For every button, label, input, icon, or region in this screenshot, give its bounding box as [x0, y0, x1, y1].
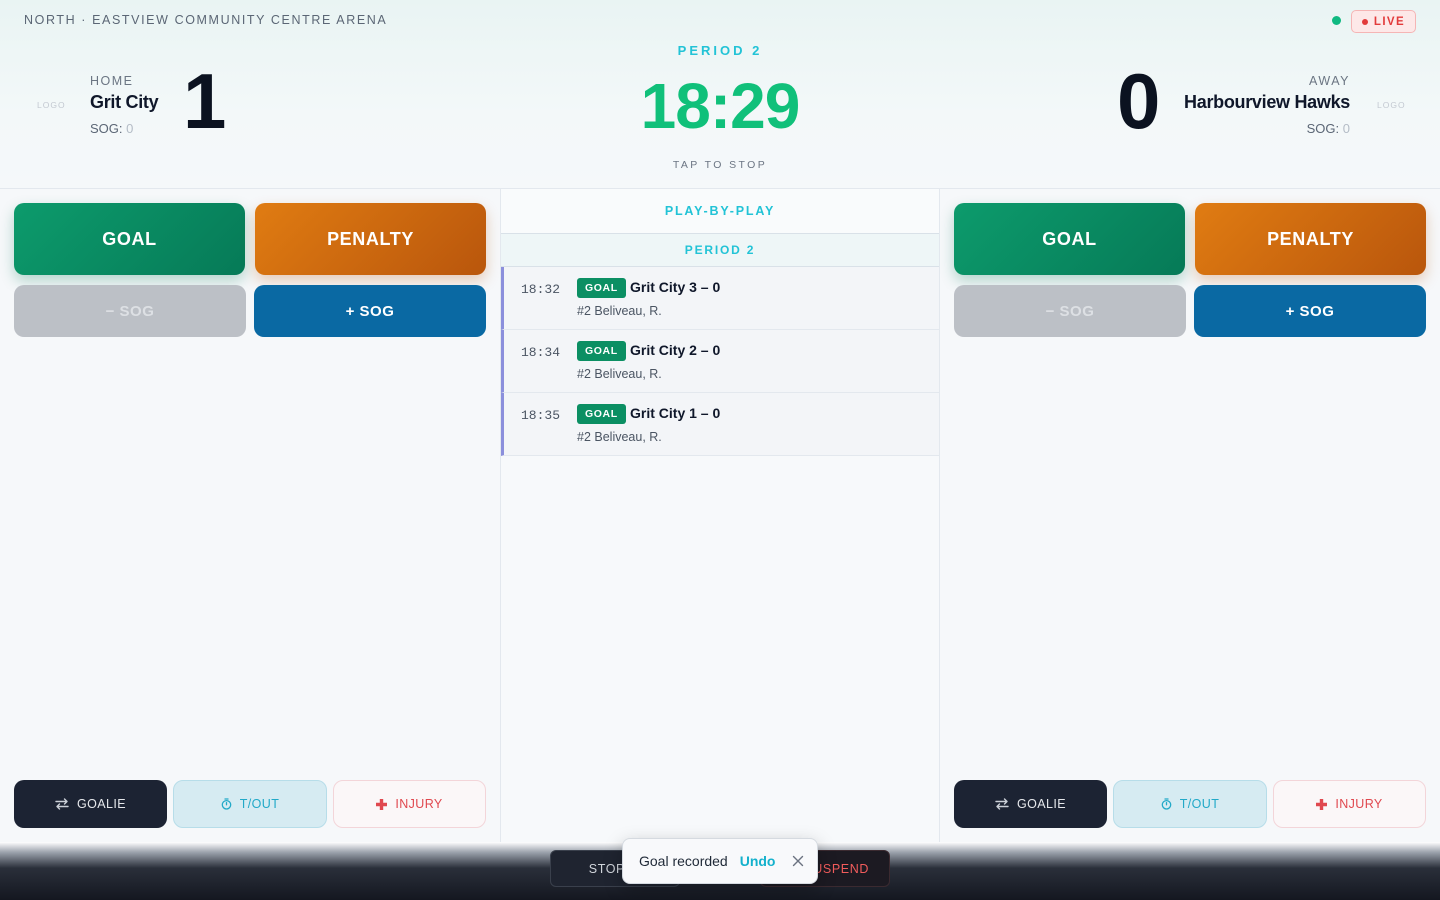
home-injury-label: INJURY	[395, 797, 443, 811]
event-summary: Grit City 3 – 0	[630, 279, 721, 295]
stopwatch-icon	[1161, 798, 1172, 810]
away-sog-plus-button[interactable]: + SOG	[1194, 285, 1426, 337]
away-side-label: AWAY	[1309, 74, 1350, 88]
connection-status-dot	[1332, 16, 1341, 25]
away-goalie-label: GOALIE	[1017, 797, 1066, 811]
home-timeout-label: T/OUT	[239, 797, 280, 811]
period-label: PERIOD 2	[677, 43, 763, 58]
feed-event[interactable]: 18:34 GOAL Grit City 2 – 0 #2 Beliveau, …	[501, 330, 939, 393]
home-controls-panel: GOAL PENALTY − SOG + SOG GOALIE T/OUT IN…	[0, 189, 500, 842]
scoreboard-header: NORTH · EASTVIEW COMMUNITY CENTRE ARENA …	[0, 0, 1440, 189]
home-sog-minus-button[interactable]: − SOG	[14, 285, 246, 337]
away-penalty-button[interactable]: PENALTY	[1195, 203, 1426, 275]
swap-arrows-icon	[55, 798, 69, 810]
away-team-info: AWAY Harbourview Hawks SOG: 0	[1184, 74, 1350, 136]
home-goal-button[interactable]: GOAL	[14, 203, 245, 275]
home-goalie-button[interactable]: GOALIE	[14, 780, 167, 828]
away-injury-label: INJURY	[1335, 797, 1383, 811]
event-player: #2 Beliveau, R.	[577, 430, 662, 444]
toast-message: Goal recorded	[639, 853, 728, 869]
clock-hint: TAP TO STOP	[672, 159, 768, 171]
home-timeout-button[interactable]: T/OUT	[173, 780, 327, 828]
swap-arrows-icon	[995, 798, 1009, 810]
away-goalie-button[interactable]: GOALIE	[954, 780, 1107, 828]
event-type-badge: GOAL	[577, 278, 626, 298]
event-time: 18:34	[521, 345, 561, 360]
home-goalie-label: GOALIE	[77, 797, 126, 811]
away-score: 0	[1117, 57, 1160, 145]
away-controls-panel: GOAL PENALTY − SOG + SOG GOALIE T/OUT IN…	[940, 189, 1440, 842]
away-sog-value: 0	[1342, 121, 1350, 136]
away-injury-button[interactable]: INJURY	[1273, 780, 1426, 828]
live-label: LIVE	[1373, 15, 1406, 28]
away-sog-minus-button[interactable]: − SOG	[954, 285, 1186, 337]
event-type-badge: GOAL	[577, 404, 626, 424]
feed-event[interactable]: 18:35 GOAL Grit City 1 – 0 #2 Beliveau, …	[501, 393, 939, 456]
away-team-logo: LOGO	[1377, 100, 1406, 110]
venue-label: NORTH · EASTVIEW COMMUNITY CENTRE ARENA	[24, 13, 388, 27]
home-sog-plus-button[interactable]: + SOG	[254, 285, 486, 337]
event-player: #2 Beliveau, R.	[577, 304, 662, 318]
close-icon[interactable]	[791, 854, 805, 868]
event-type-badge: GOAL	[577, 341, 626, 361]
feed-period-header: PERIOD 2	[501, 234, 939, 267]
medical-cross-icon	[376, 798, 388, 810]
event-summary: Grit City 2 – 0	[630, 342, 721, 358]
away-team-name: Harbourview Hawks	[1184, 92, 1350, 112]
toast-undo-button[interactable]: Undo	[740, 853, 776, 869]
home-injury-button[interactable]: INJURY	[333, 780, 486, 828]
away-goal-button[interactable]: GOAL	[954, 203, 1185, 275]
event-summary: Grit City 1 – 0	[630, 405, 721, 421]
event-player: #2 Beliveau, R.	[577, 367, 662, 381]
away-timeout-button[interactable]: T/OUT	[1113, 780, 1267, 828]
home-penalty-button[interactable]: PENALTY	[255, 203, 486, 275]
stopwatch-icon	[221, 798, 232, 810]
feed-title: PLAY-BY-PLAY	[501, 189, 939, 234]
event-time: 18:32	[521, 282, 561, 297]
live-dot-icon	[1361, 18, 1368, 25]
play-by-play-feed: PLAY-BY-PLAY PERIOD 2 18:32 GOAL Grit Ci…	[500, 189, 940, 842]
away-sog-label: SOG:	[1306, 121, 1340, 136]
away-timeout-label: T/OUT	[1179, 797, 1220, 811]
away-sog: SOG: 0	[1184, 121, 1350, 136]
live-badge: LIVE	[1351, 10, 1416, 33]
event-time: 18:35	[521, 408, 561, 423]
feed-event[interactable]: 18:32 GOAL Grit City 3 – 0 #2 Beliveau, …	[501, 267, 939, 330]
medical-cross-icon	[1316, 798, 1328, 810]
undo-toast: Goal recorded Undo	[622, 838, 818, 884]
